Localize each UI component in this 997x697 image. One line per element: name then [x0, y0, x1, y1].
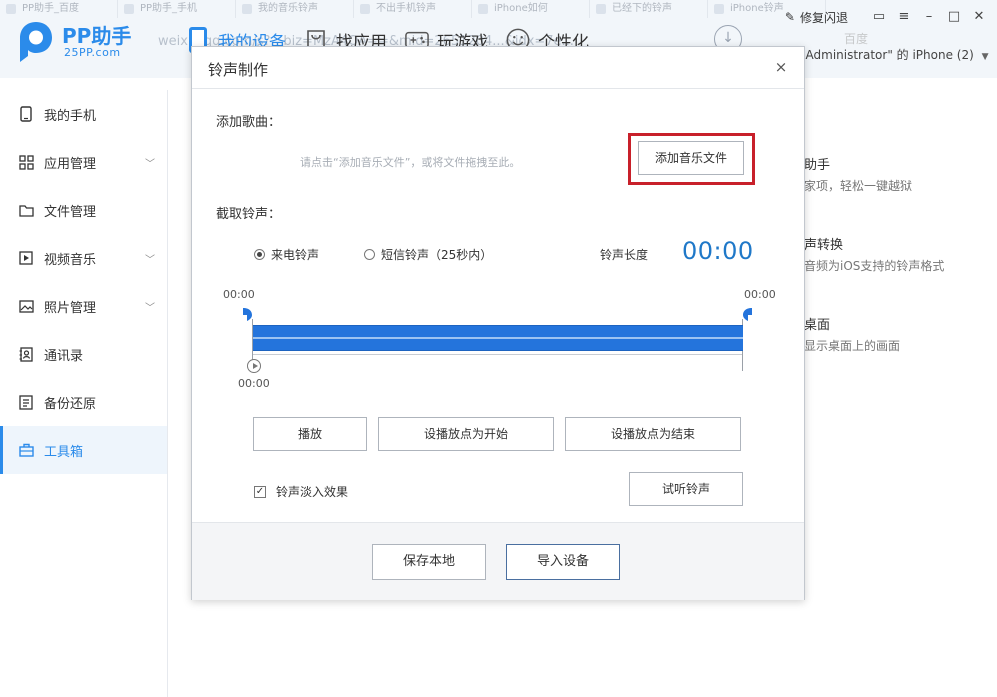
background-browser-tab: iPhone如何 — [472, 0, 590, 18]
play-button[interactable]: 播放 — [253, 417, 367, 451]
sidebar-item-photo-management[interactable]: 照片管理 ﹀ — [0, 282, 167, 330]
radio-selected-icon — [254, 249, 265, 260]
radio-sms-label: 短信铃声（25秒内） — [381, 248, 493, 262]
chevron-down-icon: ﹀ — [145, 159, 155, 170]
add-music-file-button[interactable]: 添加音乐文件 — [638, 141, 744, 175]
fade-in-label: 铃声淡入效果 — [276, 485, 349, 499]
sidebar-item-label: 我的手机 — [44, 108, 97, 124]
tool-item-ringtone-convert[interactable]: 声转换 音频为iOS支持的铃声格式 — [804, 234, 944, 274]
app-logo: PP助手 25PP.com — [14, 18, 174, 66]
dialog-title: 铃声制作 — [208, 61, 269, 79]
window-close-icon[interactable]: ✕ — [969, 7, 989, 27]
ringtone-maker-dialog: 铃声制作 × 添加歌曲： 请点击“添加音乐文件”，或将文件拖拽至此。 添加音乐文… — [191, 46, 805, 600]
chevron-down-icon: ﹀ — [145, 303, 155, 314]
tool-item-title: 声转换 — [804, 238, 844, 253]
chevron-down-icon: ▼ — [981, 52, 989, 62]
sidebar-item-contacts[interactable]: 通讯录 — [0, 330, 167, 378]
set-end-point-button[interactable]: 设播放点为结束 — [565, 417, 741, 451]
close-icon[interactable]: × — [770, 56, 792, 78]
waveform-center-line — [253, 337, 743, 339]
timeline-baseline — [253, 354, 743, 355]
chevron-down-icon: ﹀ — [145, 255, 155, 266]
audio-waveform-track[interactable] — [253, 325, 743, 351]
background-search-text: 百度 — [844, 32, 869, 46]
trim-ringtone-title: 截取铃声： — [216, 207, 282, 222]
background-browser-tab: PP助手_手机 — [118, 0, 236, 18]
sidebar-item-label: 视频音乐 — [44, 252, 97, 268]
background-browser-tab: 已经下的铃声 — [590, 0, 708, 18]
toolbox-icon — [18, 442, 34, 458]
tool-item-desktop[interactable]: 桌面 显示桌面上的画面 — [804, 314, 900, 354]
backup-icon — [18, 394, 34, 410]
ringtone-length-label: 铃声长度 — [600, 248, 649, 262]
grid-icon — [18, 154, 34, 170]
maximize-icon[interactable]: □ — [944, 7, 964, 27]
contacts-icon — [18, 346, 34, 362]
sidebar-item-label: 通讯录 — [44, 348, 84, 364]
tool-item-desc: 显示桌面上的画面 — [804, 339, 901, 353]
radio-sms-ringtone[interactable]: 短信铃声（25秒内） — [364, 246, 492, 263]
sidebar-item-label: 照片管理 — [44, 300, 97, 316]
dialog-footer: 保存本地 导入设备 — [192, 522, 804, 600]
checkbox-checked-icon: ✓ — [254, 485, 266, 498]
sidebar-item-label: 工具箱 — [44, 444, 84, 460]
tool-item-jailbreak[interactable]: 助手 家项，轻松一键越狱 — [804, 154, 912, 194]
sidebar-item-file-management[interactable]: 文件管理 — [0, 186, 167, 234]
dialog-header: 铃声制作 × — [192, 47, 804, 89]
preview-ringtone-button[interactable]: 试听铃声 — [629, 472, 743, 506]
app-name: PP助手 — [62, 24, 132, 48]
end-tick — [742, 351, 743, 359]
dialog-body: 添加歌曲： 请点击“添加音乐文件”，或将文件拖拽至此。 添加音乐文件 截取铃声：… — [192, 89, 804, 522]
sidebar-item-label: 文件管理 — [44, 204, 97, 220]
device-selector-label: "Administrator" 的 iPhone (2) — [800, 48, 974, 62]
tool-item-title: 助手 — [804, 158, 831, 173]
ringtone-length-value: 00:00 — [682, 237, 754, 265]
repair-crash-button[interactable]: ✎ 修复闪退 — [785, 9, 848, 26]
minimize-icon[interactable]: – — [919, 7, 939, 27]
sidebar: 我的手机 应用管理 ﹀ 文件管理 视频音乐 ﹀ 照片管理 ﹀ 通讯录 备份还原 … — [0, 90, 168, 697]
window-controls: ✎ 修复闪退 ▭ ≡ – □ ✕ — [785, 6, 989, 28]
fade-in-checkbox[interactable]: ✓ 铃声淡入效果 — [254, 483, 348, 500]
tool-item-title: 桌面 — [804, 318, 831, 333]
sidebar-item-app-management[interactable]: 应用管理 ﹀ — [0, 138, 167, 186]
sidebar-item-my-phone[interactable]: 我的手机 — [0, 90, 167, 138]
photo-icon — [18, 298, 34, 314]
tool-item-desc: 家项，轻松一键越狱 — [804, 179, 913, 193]
radio-unselected-icon — [364, 249, 375, 260]
radio-call-ringtone[interactable]: 来电铃声 — [254, 246, 319, 263]
pp-logo-icon — [20, 22, 52, 62]
feedback-icon[interactable]: ▭ — [869, 7, 889, 27]
video-icon — [18, 250, 34, 266]
folder-icon — [18, 202, 34, 218]
sidebar-item-video-music[interactable]: 视频音乐 ﹀ — [0, 234, 167, 282]
drop-zone-hint[interactable]: 请点击“添加音乐文件”，或将文件拖拽至此。 — [300, 154, 520, 170]
set-start-point-button[interactable]: 设播放点为开始 — [378, 417, 554, 451]
playhead-time-label: 00:00 — [238, 377, 270, 390]
background-browser-tab: PP助手_百度 — [0, 0, 118, 18]
background-browser-tab: 不出手机铃声 — [354, 0, 472, 18]
play-triangle-icon — [253, 363, 258, 369]
save-local-button[interactable]: 保存本地 — [372, 544, 486, 580]
phone-outline-icon — [18, 106, 34, 122]
end-marker-handle[interactable] — [742, 307, 753, 322]
app-site: 25PP.com — [64, 46, 121, 59]
import-to-device-button[interactable]: 导入设备 — [506, 544, 620, 580]
repair-crash-label: 修复闪退 — [799, 10, 848, 25]
tool-item-desc: 音频为iOS支持的铃声格式 — [804, 259, 945, 273]
sidebar-item-backup-restore[interactable]: 备份还原 — [0, 378, 167, 426]
device-selector[interactable]: "Administrator" 的 iPhone (2) ▼ — [800, 46, 989, 63]
sidebar-item-label: 应用管理 — [44, 156, 97, 172]
background-browser-tab: 我的音乐铃声 — [236, 0, 354, 18]
start-time-label: 00:00 — [223, 288, 255, 301]
end-time-label: 00:00 — [744, 288, 776, 301]
radio-call-label: 来电铃声 — [271, 248, 320, 262]
sidebar-item-toolbox[interactable]: 工具箱 — [0, 426, 167, 474]
add-song-title: 添加歌曲： — [216, 115, 282, 130]
wrench-icon: ✎ — [784, 10, 795, 24]
sidebar-item-label: 备份还原 — [44, 396, 97, 412]
menu-icon[interactable]: ≡ — [894, 7, 914, 27]
